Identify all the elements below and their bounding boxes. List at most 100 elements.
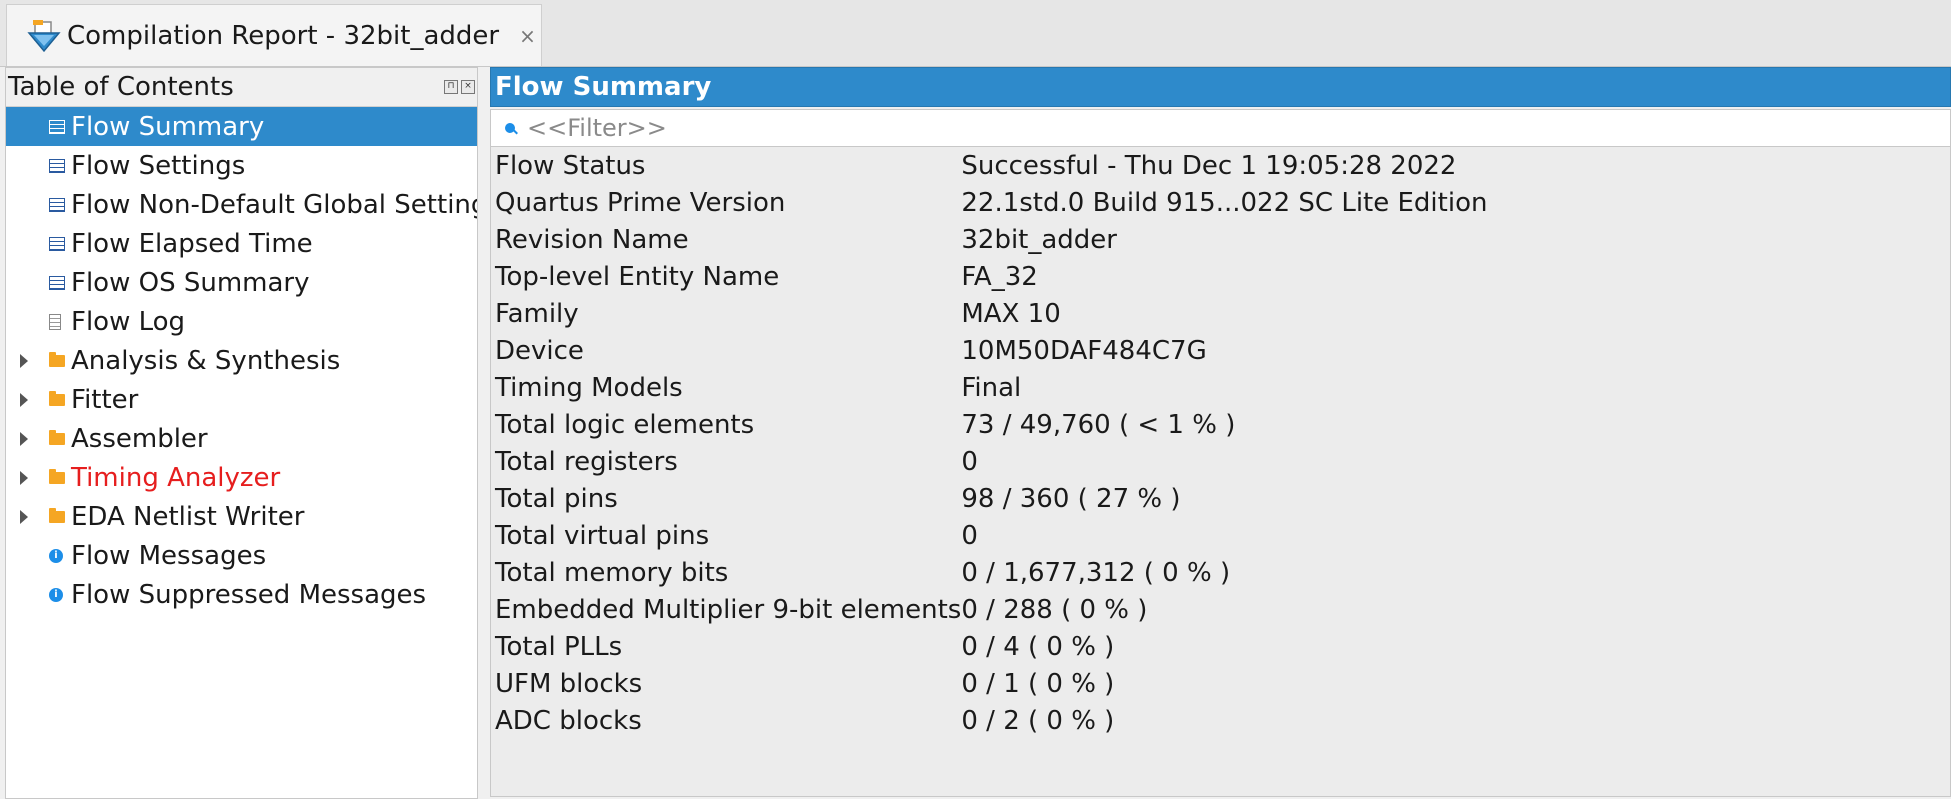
toc-header: Table of Contents ⊓ × xyxy=(6,68,477,107)
table-row[interactable]: ADC blocks 0 / 2 ( 0 % ) xyxy=(491,702,1487,739)
toc-item[interactable]: Flow Log xyxy=(6,302,477,341)
toc-item-label: Flow Non-Default Global Settings xyxy=(71,189,478,220)
folder-icon xyxy=(49,351,65,367)
expand-arrow-icon[interactable] xyxy=(20,509,28,524)
toc-item[interactable]: i Flow Suppressed Messages xyxy=(6,575,477,614)
toc-item[interactable]: Flow OS Summary xyxy=(6,263,477,302)
toc-item[interactable]: Fitter xyxy=(6,380,477,419)
expand-arrow-icon[interactable] xyxy=(20,431,28,446)
folder-icon xyxy=(49,429,65,445)
close-panel-icon[interactable]: × xyxy=(461,80,475,94)
row-value: MAX 10 xyxy=(961,298,1061,329)
row-value: 32bit_adder xyxy=(961,224,1117,255)
row-key: Total logic elements xyxy=(495,409,755,440)
tab-title: Compilation Report - 32bit_adder xyxy=(67,20,500,51)
toc-item[interactable]: Flow Elapsed Time xyxy=(6,224,477,263)
table-row[interactable]: Total memory bits 0 / 1,677,312 ( 0 % ) xyxy=(491,554,1487,591)
expand-arrow-icon[interactable] xyxy=(20,470,28,485)
folder-icon xyxy=(49,468,65,484)
close-icon[interactable]: × xyxy=(519,24,536,48)
row-key: Quartus Prime Version xyxy=(495,187,786,218)
row-key: Timing Models xyxy=(495,372,683,403)
toc-item-label: Flow OS Summary xyxy=(71,267,310,298)
table-row[interactable]: Embedded Multiplier 9-bit elements 0 / 28… xyxy=(491,591,1487,628)
table-row[interactable]: Total registers 0 xyxy=(491,443,1487,480)
toc-item-label: Flow Log xyxy=(71,306,186,337)
row-value: 0 / 1,677,312 ( 0 % ) xyxy=(961,557,1231,588)
row-key: Total virtual pins xyxy=(495,520,710,551)
toc-item-label: Flow Settings xyxy=(71,150,246,181)
tab-strip: Compilation Report - 32bit_adder × xyxy=(0,0,1951,67)
row-key: Embedded Multiplier 9-bit elements xyxy=(495,594,962,625)
toc-item-label: Flow Messages xyxy=(71,540,267,571)
panel-splitter[interactable] xyxy=(478,67,490,799)
table-row[interactable]: UFM blocks 0 / 1 ( 0 % ) xyxy=(491,665,1487,702)
toc-item[interactable]: Timing Analyzer xyxy=(6,458,477,497)
row-key: Device xyxy=(495,335,584,366)
flow-summary-panel: Flow Summary Flow Status Successful - Thu… xyxy=(490,67,1951,799)
toc-item-label: Flow Summary xyxy=(71,111,265,142)
toc-item-label: Analysis & Synthesis xyxy=(71,345,341,376)
table-row[interactable]: Quartus Prime Version 22.1std.0 Build 915… xyxy=(491,184,1487,221)
row-value: Final xyxy=(961,372,1022,403)
row-value: 0 / 288 ( 0 % ) xyxy=(961,594,1148,625)
table-icon xyxy=(49,197,65,212)
tab-compilation-report[interactable]: Compilation Report - 32bit_adder × xyxy=(6,4,542,66)
row-value: 98 / 360 ( 27 % ) xyxy=(961,483,1181,514)
toc-item[interactable]: Flow Non-Default Global Settings xyxy=(6,185,477,224)
toc-item[interactable]: i Flow Messages xyxy=(6,536,477,575)
toc-item[interactable]: Analysis & Synthesis xyxy=(6,341,477,380)
table-row[interactable]: Top-level Entity Name FA_32 xyxy=(491,258,1487,295)
toc-title: Table of Contents xyxy=(8,72,234,102)
table-row[interactable]: Total pins 98 / 360 ( 27 % ) xyxy=(491,480,1487,517)
toc-item[interactable]: Flow Summary xyxy=(6,107,477,146)
row-key: Flow Status xyxy=(495,150,646,181)
search-icon xyxy=(505,123,515,133)
row-value: Successful - Thu Dec 1 19:05:28 2022 xyxy=(961,150,1457,181)
filter-bar xyxy=(490,109,1951,147)
row-value: 73 / 49,760 ( < 1 % ) xyxy=(961,409,1236,440)
table-row[interactable]: Timing Models Final xyxy=(491,369,1487,406)
filter-input[interactable] xyxy=(525,113,1909,143)
row-key: Total PLLs xyxy=(495,631,623,662)
toc-item[interactable]: Flow Settings xyxy=(6,146,477,185)
summary-table: Flow Status Successful - Thu Dec 1 19:05:… xyxy=(491,147,1487,739)
table-icon xyxy=(49,236,65,251)
summary-table-container: Flow Status Successful - Thu Dec 1 19:05:… xyxy=(490,147,1951,797)
row-key: Family xyxy=(495,298,579,329)
info-icon: i xyxy=(49,587,63,602)
row-value: 0 / 1 ( 0 % ) xyxy=(961,668,1115,699)
row-key: Revision Name xyxy=(495,224,689,255)
table-row[interactable]: Family MAX 10 xyxy=(491,295,1487,332)
document-icon xyxy=(49,313,61,330)
row-key: Total pins xyxy=(495,483,618,514)
row-key: Top-level Entity Name xyxy=(495,261,780,292)
pin-icon[interactable]: ⊓ xyxy=(444,80,458,94)
expand-arrow-icon[interactable] xyxy=(20,392,28,407)
table-row[interactable]: Device 10M50DAF484C7G xyxy=(491,332,1487,369)
table-row[interactable]: Revision Name 32bit_adder xyxy=(491,221,1487,258)
toc-item-label: Fitter xyxy=(71,384,139,415)
toc-tree: Flow Summary Flow Settings Flow Non-Defaul… xyxy=(6,107,477,614)
table-icon xyxy=(49,158,65,173)
row-key: ADC blocks xyxy=(495,705,642,736)
table-row[interactable]: Total virtual pins 0 xyxy=(491,517,1487,554)
info-icon: i xyxy=(49,548,63,563)
expand-arrow-icon[interactable] xyxy=(20,353,28,368)
row-value: 0 xyxy=(961,520,978,551)
toc-item-label: Assembler xyxy=(71,423,208,454)
table-row[interactable]: Flow Status Successful - Thu Dec 1 19:05:… xyxy=(491,147,1487,184)
toc-item[interactable]: EDA Netlist Writer xyxy=(6,497,477,536)
compilation-report-icon xyxy=(27,19,61,52)
toc-item[interactable]: Assembler xyxy=(6,419,477,458)
row-value: 10M50DAF484C7G xyxy=(961,335,1207,366)
row-key: UFM blocks xyxy=(495,668,643,699)
table-icon xyxy=(49,275,65,290)
table-row[interactable]: Total PLLs 0 / 4 ( 0 % ) xyxy=(491,628,1487,665)
folder-icon xyxy=(49,507,65,523)
row-key: Total memory bits xyxy=(495,557,729,588)
table-icon xyxy=(49,119,65,134)
table-row[interactable]: Total logic elements 73 / 49,760 ( < 1 % … xyxy=(491,406,1487,443)
row-value: 0 xyxy=(961,446,978,477)
row-value: 0 / 4 ( 0 % ) xyxy=(961,631,1115,662)
